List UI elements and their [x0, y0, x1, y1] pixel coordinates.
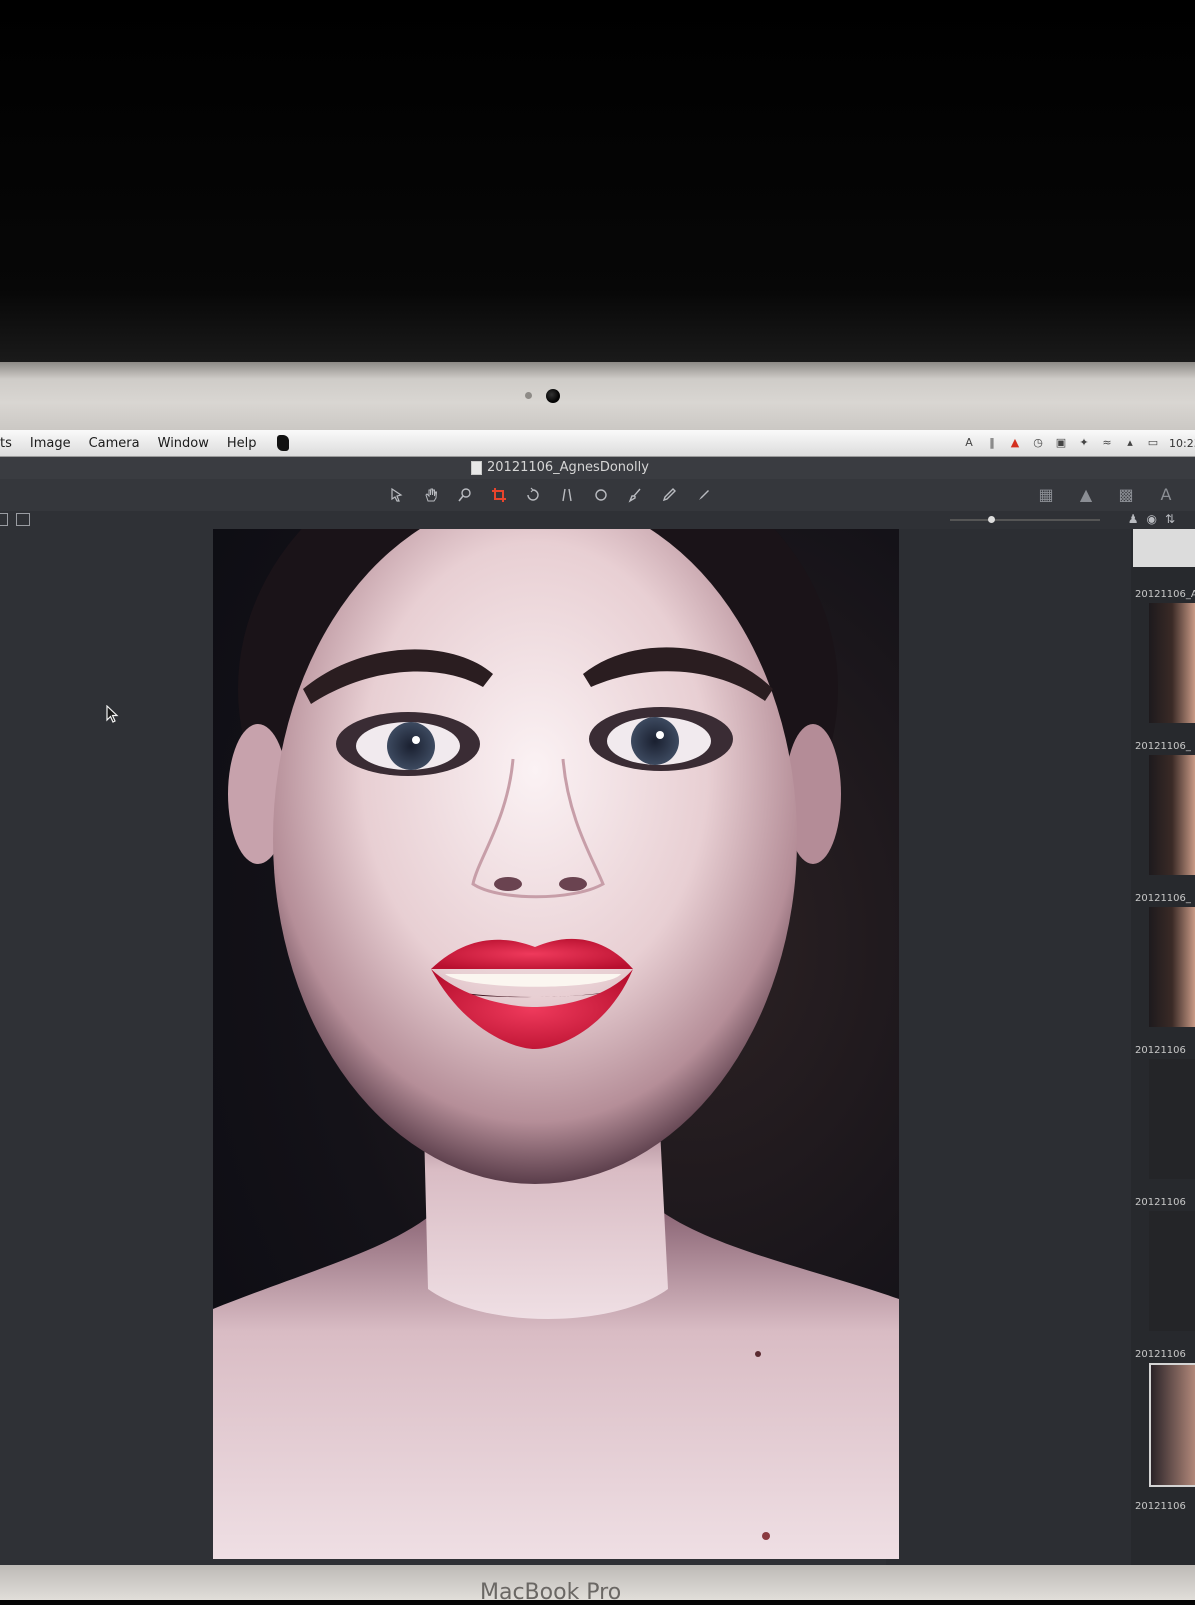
time-machine-icon[interactable]: ◷ [1031, 437, 1045, 449]
filmstrip-thumbnail[interactable] [1149, 1211, 1195, 1331]
portrait-photo [213, 529, 899, 1559]
sub-bar-icons: ♟ ◉ ⇅ [1128, 512, 1175, 526]
focus-mask-icon[interactable]: ▩ [1115, 485, 1137, 505]
filmstrip-item[interactable]: 20121106 [1133, 1197, 1195, 1349]
menubar-status-area: A ‖ ▲ ◷ ▣ ✦ ≈ ▴ ▭ 10:23 [962, 430, 1195, 456]
filmstrip-thumbnail[interactable] [1149, 1059, 1195, 1179]
menu-item-help[interactable]: Help [227, 436, 257, 451]
filmstrip-label: 20121106 [1135, 1501, 1186, 1512]
laptop-top-bezel [0, 362, 1195, 430]
screen: ts Image Camera Window Help A ‖ ▲ ◷ ▣ ✦ … [0, 430, 1195, 1568]
filmstrip-label: 20121106_ [1135, 741, 1191, 752]
bluetooth-icon[interactable]: ✦ [1077, 437, 1091, 449]
filmstrip-thumbnail[interactable] [1149, 907, 1195, 1027]
document-title: 20121106_AgnesDonolly [471, 460, 649, 475]
brush-tool-icon[interactable] [623, 485, 647, 505]
grid-icon[interactable]: ▦ [1035, 485, 1057, 505]
photo-viewer[interactable] [213, 529, 899, 1559]
filmstrip-thumbnail[interactable] [1149, 603, 1195, 723]
alert-icon[interactable]: ▲ [1008, 437, 1022, 449]
menu-bar: ts Image Camera Window Help A ‖ ▲ ◷ ▣ ✦ … [0, 430, 1195, 457]
filmstrip-label: 20121106_ [1135, 893, 1191, 904]
text-icon[interactable]: A [1155, 485, 1177, 505]
document-name: 20121106_AgnesDonolly [487, 460, 649, 475]
filmstrip-item[interactable]: 20121106_A [1133, 589, 1195, 741]
tool-bar: ▦ ▲ ▩ A [0, 479, 1195, 511]
zoom-tool-icon[interactable] [453, 485, 477, 505]
wifi-icon[interactable]: ≈ [1100, 437, 1114, 449]
webcam [546, 389, 560, 403]
volume-icon[interactable]: ▴ [1123, 437, 1137, 449]
window-title-bar: 20121106_AgnesDonolly [0, 457, 1195, 479]
menu-item-camera[interactable]: Camera [89, 436, 140, 451]
menu-item-window[interactable]: Window [158, 436, 209, 451]
filmstrip-label: 20121106 [1135, 1045, 1186, 1056]
single-view-icon[interactable] [0, 513, 8, 526]
crop-tool-icon[interactable] [487, 485, 511, 505]
zoom-slider[interactable] [950, 516, 1115, 523]
filmstrip-thumbnail[interactable] [1133, 529, 1195, 567]
background-above-screen [0, 0, 1195, 362]
pause-icon[interactable]: ‖ [985, 437, 999, 449]
filmstrip-item[interactable]: 20121106_ [1133, 893, 1195, 1045]
filmstrip-item[interactable]: 20121106_ [1133, 741, 1195, 893]
adobe-icon[interactable]: A [962, 437, 976, 449]
mouse-cursor-icon [106, 705, 119, 723]
person-icon[interactable]: ♟ [1128, 512, 1139, 526]
zoom-slider-knob[interactable] [988, 516, 995, 523]
annotate-tool-icon[interactable] [691, 485, 715, 505]
zoom-slider-track [950, 519, 1100, 521]
filmstrip-label: 20121106 [1135, 1197, 1186, 1208]
tool-group [385, 485, 715, 505]
keystone-tool-icon[interactable] [555, 485, 579, 505]
filmstrip-item[interactable]: 20121106 [1133, 1349, 1195, 1501]
filmstrip: 20121106_A 20121106_ 20121106_ 20121106 … [1131, 529, 1195, 1568]
right-viewer-margin [886, 529, 1131, 1568]
filmstrip-label: 20121106 [1135, 1349, 1186, 1360]
script-menu-icon[interactable] [276, 435, 289, 451]
laptop-brand-label: MacBook Pro [480, 1580, 622, 1605]
menu-item-image[interactable]: Image [30, 436, 71, 451]
filmstrip-thumbnail[interactable] [1149, 1363, 1195, 1487]
left-panel [0, 529, 213, 1568]
filmstrip-item[interactable]: 20121106 [1133, 1045, 1195, 1197]
eye-icon[interactable]: ◉ [1146, 512, 1156, 526]
menubar-clock[interactable]: 10:23 [1169, 437, 1195, 450]
filmstrip-label: 20121106_A [1135, 589, 1195, 600]
sort-icon[interactable]: ⇅ [1165, 512, 1175, 526]
spot-removal-tool-icon[interactable] [589, 485, 613, 505]
rotate-tool-icon[interactable] [521, 485, 545, 505]
picker-tool-icon[interactable] [657, 485, 681, 505]
display-icon[interactable]: ▣ [1054, 437, 1068, 449]
exposure-warning-icon[interactable]: ▲ [1075, 485, 1097, 505]
viewer-sub-bar: ♟ ◉ ⇅ [0, 511, 1195, 529]
pan-tool-icon[interactable] [419, 485, 443, 505]
document-icon [471, 460, 482, 475]
right-tool-group: ▦ ▲ ▩ A [1035, 485, 1177, 505]
filmstrip-thumbnail[interactable] [1149, 755, 1195, 875]
battery-icon[interactable]: ▭ [1146, 437, 1160, 449]
select-tool-icon[interactable] [385, 485, 409, 505]
menu-item-edits[interactable]: ts [0, 436, 12, 451]
ambient-light-sensor [525, 392, 532, 399]
filmstrip-item[interactable]: 20121106 [1133, 1501, 1195, 1568]
multi-view-icon[interactable] [16, 513, 30, 526]
